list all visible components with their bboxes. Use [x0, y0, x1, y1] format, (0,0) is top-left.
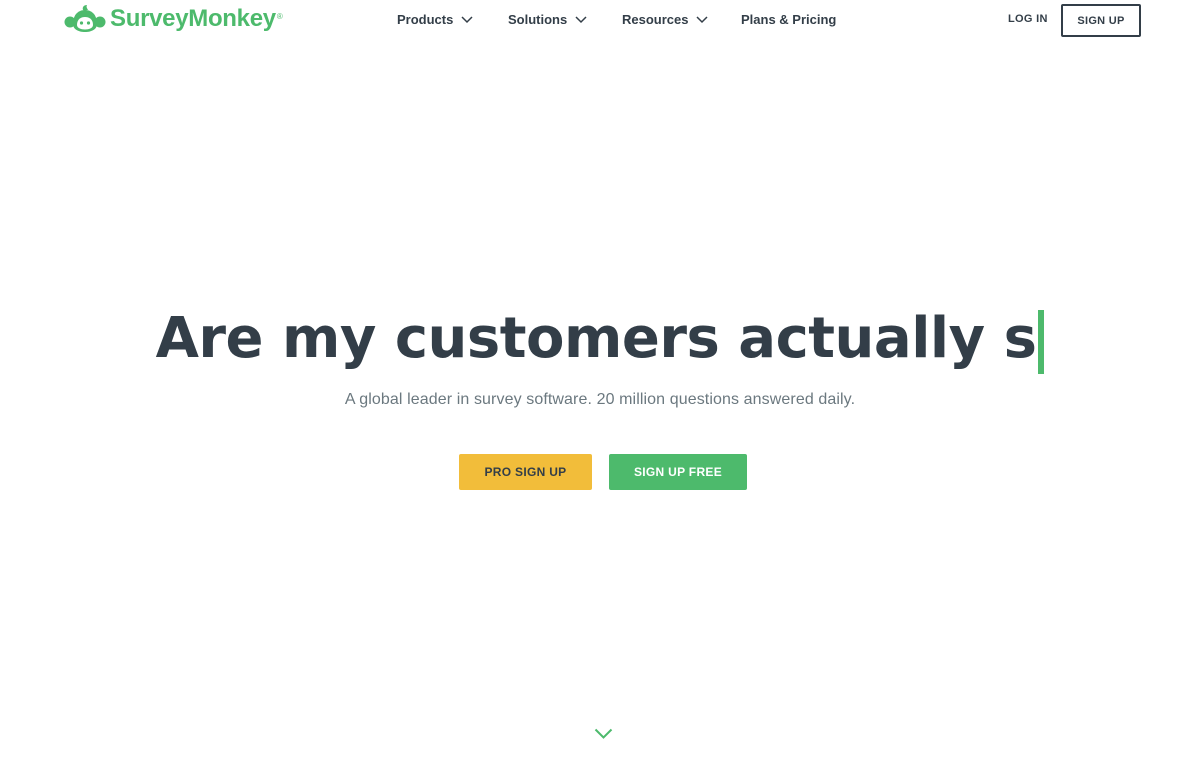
- nav-item-products[interactable]: Products: [397, 12, 473, 27]
- monkey-logo-icon: [64, 5, 106, 32]
- registered-mark: ®: [276, 12, 283, 21]
- nav-item-label: Plans & Pricing: [741, 12, 837, 27]
- pro-signup-button[interactable]: PRO SIGN UP: [459, 454, 592, 490]
- chevron-down-icon: [696, 15, 709, 23]
- brand-name: SurveyMonkey: [110, 5, 276, 32]
- hero-subtitle: A global leader in survey software. 20 m…: [344, 391, 856, 408]
- signup-button[interactable]: SIGN UP: [1061, 4, 1141, 37]
- hero-title-wrapper: Are my customers actually s: [0, 306, 1200, 374]
- hero-title-text: Are my customers actually s: [155, 306, 1037, 371]
- nav-item-resources[interactable]: Resources: [622, 12, 709, 27]
- hero-title: Are my customers actually s: [156, 306, 1045, 374]
- scroll-down-chevron-icon[interactable]: [594, 728, 613, 740]
- site-header: SurveyMonkey ® Products Solutions Resour…: [0, 0, 1200, 40]
- nav-item-solutions[interactable]: Solutions: [508, 12, 587, 27]
- nav-item-label: Products: [397, 12, 454, 27]
- chevron-down-icon: [461, 15, 473, 23]
- brand-logo[interactable]: SurveyMonkey ®: [64, 4, 283, 34]
- chevron-down-icon: [575, 15, 587, 23]
- nav-item-label: Resources: [622, 12, 689, 27]
- nav-item-plans-pricing[interactable]: Plans & Pricing: [741, 12, 836, 27]
- login-link[interactable]: LOG IN: [1008, 13, 1048, 25]
- signup-free-button[interactable]: SIGN UP FREE: [609, 454, 747, 490]
- nav-item-label: Solutions: [508, 12, 568, 27]
- page: SurveyMonkey ® Products Solutions Resour…: [0, 0, 1200, 762]
- typing-cursor: [1038, 309, 1045, 374]
